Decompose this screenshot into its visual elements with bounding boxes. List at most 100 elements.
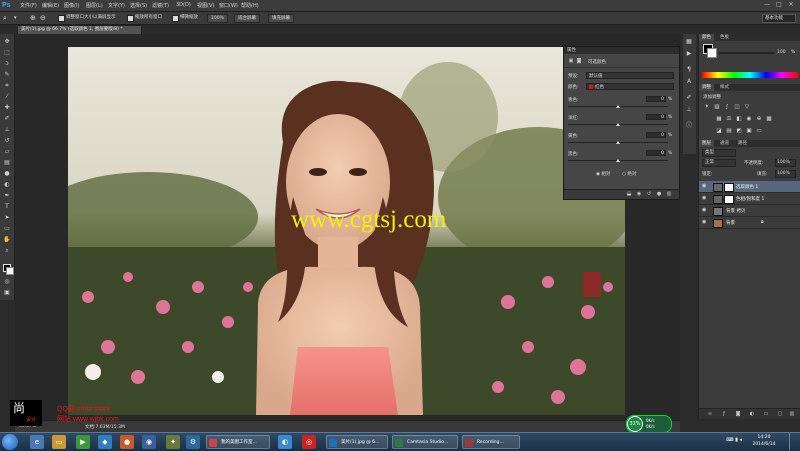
cyan-value[interactable]: 0 bbox=[646, 96, 666, 102]
type-tool-icon[interactable]: T bbox=[3, 203, 11, 211]
info-panel-icon[interactable]: ⓘ bbox=[685, 122, 693, 130]
zoom-tool-icon[interactable]: ⌕ bbox=[3, 14, 7, 22]
fx-icon[interactable]: ƒ bbox=[721, 411, 727, 417]
history-brush-tool-icon[interactable]: ↺ bbox=[3, 137, 11, 145]
marquee-tool-icon[interactable]: ⬚ bbox=[3, 49, 11, 57]
layer-name[interactable]: 色相/饱和度 1 bbox=[736, 196, 764, 202]
layer-name[interactable]: 背景 bbox=[726, 220, 735, 226]
new-layer-icon[interactable]: ▢ bbox=[777, 411, 783, 417]
trash-icon[interactable]: ▥ bbox=[789, 411, 795, 417]
eyedropper-tool-icon[interactable]: ⁄ bbox=[3, 93, 11, 101]
threshold-icon[interactable]: ◩ bbox=[736, 128, 742, 134]
color-bg-swatch[interactable] bbox=[707, 48, 717, 58]
method-absolute-radio[interactable]: ○ 绝对 bbox=[622, 171, 636, 177]
chat-icon[interactable]: ◉ bbox=[142, 435, 156, 449]
colors-select[interactable]: 红色 bbox=[586, 83, 674, 90]
color-spectrum-bar[interactable] bbox=[702, 72, 798, 78]
preset-select[interactable]: 默认值 bbox=[586, 72, 674, 79]
layer-row[interactable]: ◉ 背景 拷贝 bbox=[699, 205, 800, 217]
task-item[interactable]: 我的美图工作室... bbox=[206, 435, 270, 449]
quick-select-tool-icon[interactable]: ✎ bbox=[3, 71, 11, 79]
fill-screen-button[interactable]: 填充屏幕 bbox=[268, 14, 294, 23]
clock[interactable]: 14:20 2014/6/14 bbox=[746, 434, 782, 448]
channel-mixer-icon[interactable]: ⊕ bbox=[756, 116, 762, 122]
fit-screen-button[interactable]: 适合屏幕 bbox=[234, 14, 260, 23]
workspace-select[interactable]: 基本功能 bbox=[762, 14, 796, 23]
zoom-out-icon[interactable]: ⊖ bbox=[40, 14, 46, 22]
blur-tool-icon[interactable]: ● bbox=[3, 170, 11, 178]
hue-saturation-icon[interactable]: ▦ bbox=[716, 116, 722, 122]
background-color-swatch[interactable] bbox=[6, 267, 14, 275]
menu-help[interactable]: 帮助(H) bbox=[241, 2, 259, 9]
tab-color[interactable]: 颜色 bbox=[699, 34, 714, 41]
minimize-icon[interactable]: — bbox=[762, 1, 772, 9]
gradient-map-icon[interactable]: ▭ bbox=[756, 128, 762, 134]
close-icon[interactable]: ✕ bbox=[786, 1, 796, 9]
curves-icon[interactable]: ∫ bbox=[724, 104, 730, 110]
chevron-down-icon[interactable]: ▾ bbox=[14, 14, 17, 22]
start-button[interactable] bbox=[2, 434, 18, 450]
color-lookup-icon[interactable]: ▩ bbox=[766, 116, 772, 122]
trash-icon[interactable]: ▥ bbox=[666, 191, 672, 197]
magenta-slider-thumb[interactable] bbox=[616, 123, 620, 126]
photo-filter-icon[interactable]: ◉ bbox=[746, 116, 752, 122]
dodge-tool-icon[interactable]: ◐ bbox=[3, 181, 11, 189]
zoom-in-icon[interactable]: ⊕ bbox=[30, 14, 36, 22]
ie-icon[interactable]: e bbox=[30, 435, 44, 449]
brush-panel-icon[interactable]: ✐ bbox=[685, 94, 693, 102]
character-panel-icon[interactable]: A bbox=[685, 78, 693, 86]
healing-brush-tool-icon[interactable]: ✚ bbox=[3, 104, 11, 112]
eraser-tool-icon[interactable]: ▱ bbox=[3, 148, 11, 156]
eye-icon[interactable]: ◉ bbox=[702, 219, 708, 225]
app-icon[interactable]: ◆ bbox=[98, 435, 112, 449]
scrubby-zoom-checkbox[interactable] bbox=[172, 15, 179, 22]
screen-mode-icon[interactable]: ▣ bbox=[3, 289, 11, 297]
task-item[interactable]: Recording... bbox=[462, 435, 520, 449]
actual-pixels-button[interactable]: 100% bbox=[207, 14, 228, 23]
yellow-slider-thumb[interactable] bbox=[616, 141, 620, 144]
invert-icon[interactable]: ◪ bbox=[716, 128, 722, 134]
posterize-icon[interactable]: ▤ bbox=[726, 128, 732, 134]
menu-type[interactable]: 文字(Y) bbox=[108, 2, 125, 9]
color-balance-icon[interactable]: ⚖ bbox=[726, 116, 732, 122]
crop-tool-icon[interactable]: ⌗ bbox=[3, 82, 11, 90]
eye-icon[interactable]: ◉ bbox=[702, 195, 708, 201]
tab-adjustments[interactable]: 调整 bbox=[699, 84, 714, 91]
menu-view[interactable]: 视图(V) bbox=[197, 2, 214, 9]
zoom-all-checkbox[interactable] bbox=[127, 15, 134, 22]
history-panel-icon[interactable]: ▦ bbox=[685, 38, 693, 46]
color-slider-track[interactable] bbox=[719, 52, 774, 54]
magenta-value[interactable]: 0 bbox=[646, 114, 666, 120]
task-item[interactable]: Camtasia Studio... bbox=[392, 435, 458, 449]
tool-icon[interactable]: ✦ bbox=[166, 435, 180, 449]
exposure-icon[interactable]: ◫ bbox=[734, 104, 740, 110]
eye-icon[interactable]: ◉ bbox=[702, 207, 708, 213]
paragraph-panel-icon[interactable]: ¶ bbox=[685, 66, 693, 74]
game-icon[interactable]: ● bbox=[120, 435, 134, 449]
tab-swatches[interactable]: 色板 bbox=[717, 34, 732, 41]
menu-select[interactable]: 选择(S) bbox=[130, 2, 147, 9]
layer-kind-filter[interactable]: 类型 bbox=[702, 149, 736, 157]
black-value[interactable]: 0 bbox=[646, 150, 666, 156]
reset-icon[interactable]: ↺ bbox=[646, 191, 652, 197]
layer-name[interactable]: 背景 拷贝 bbox=[726, 208, 745, 214]
view-previous-icon[interactable]: ◉ bbox=[636, 191, 642, 197]
menu-3d[interactable]: 3D(D) bbox=[176, 2, 191, 8]
opacity-input[interactable]: 100% bbox=[775, 159, 796, 167]
media-icon[interactable]: ▶ bbox=[76, 435, 90, 449]
layer-mask-thumbnail[interactable] bbox=[724, 195, 734, 204]
selective-color-icon[interactable]: ▣ bbox=[746, 128, 752, 134]
network-status-icon[interactable]: ▮ bbox=[735, 437, 738, 443]
qq-icon[interactable]: ◐ bbox=[278, 435, 292, 449]
folder-icon[interactable]: ▭ bbox=[763, 411, 769, 417]
fill-input[interactable]: 100% bbox=[775, 170, 796, 178]
adjustment-layer-icon[interactable]: ▣ bbox=[568, 58, 574, 64]
menu-image[interactable]: 图像(I) bbox=[64, 2, 79, 9]
menu-window[interactable]: 窗口(W) bbox=[219, 2, 238, 9]
add-mask-icon[interactable]: ◙ bbox=[735, 411, 741, 417]
folder-icon[interactable]: ▭ bbox=[52, 435, 66, 449]
zoom-tool-icon[interactable]: ⌕ bbox=[3, 247, 11, 255]
layer-name[interactable]: 选取颜色 1 bbox=[736, 184, 758, 190]
mask-icon[interactable]: ◙ bbox=[576, 58, 582, 64]
blend-mode-select[interactable]: 正常 bbox=[702, 159, 736, 167]
